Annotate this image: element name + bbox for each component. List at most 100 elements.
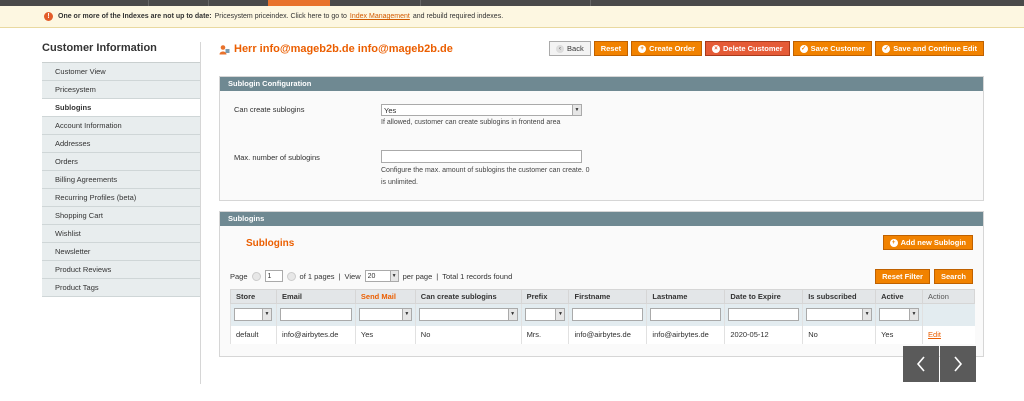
filter-expire-input[interactable] (728, 308, 800, 322)
search-label: Search (940, 272, 966, 281)
delete-customer-label: Delete Customer (723, 44, 783, 53)
sidebar-item-wishlist[interactable]: Wishlist (42, 225, 200, 243)
sidebar-item-orders[interactable]: Orders (42, 153, 200, 171)
edit-link[interactable]: Edit (928, 330, 941, 339)
cell-can-create: No (414, 325, 522, 344)
can-create-select[interactable]: Yes ▼ (381, 104, 582, 116)
sidebar-item-customer-view[interactable]: Customer View (42, 63, 200, 81)
filter-can-create-select[interactable]: ▼ (418, 308, 518, 322)
cell-expire: 2020-05-12 (724, 325, 803, 344)
column-header-lastname[interactable]: Lastname (646, 289, 726, 304)
sidebar-item-newsletter[interactable]: Newsletter (42, 243, 200, 261)
cell-lastname: info@airbytes.de (646, 325, 725, 344)
save-continue-label: Save and Continue Edit (893, 44, 977, 53)
filter-prefix-select[interactable]: ▼ (524, 308, 566, 322)
chevron-right-icon (954, 356, 963, 372)
create-order-label: Create Order (649, 44, 696, 53)
create-order-button[interactable]: + Create Order (631, 41, 703, 56)
column-header-send-mail[interactable]: Send Mail (354, 289, 416, 304)
column-header-is-subscribed[interactable]: Is subscribed (802, 289, 877, 304)
filter-lastname-input[interactable] (650, 308, 722, 322)
per-page-text: per page (402, 271, 433, 281)
filter-email-input[interactable] (279, 308, 352, 322)
total-records: Total 1 records found (442, 271, 513, 281)
sublogins-table: Store Email Send Mail Can create sublogi… (230, 289, 975, 344)
column-header-prefix[interactable]: Prefix (520, 289, 570, 304)
back-button-label: Back (567, 44, 584, 53)
chevron-down-icon: ▼ (555, 309, 565, 321)
add-sublogin-button[interactable]: + Add new Sublogin (882, 235, 973, 250)
plus-icon: + (889, 238, 898, 247)
sidebar-item-account-information[interactable]: Account Information (42, 117, 200, 135)
filter-firstname-input[interactable] (572, 308, 644, 322)
add-sublogin-label: Add new Sublogin (900, 238, 966, 247)
save-continue-button[interactable]: ✓ Save and Continue Edit (875, 41, 984, 56)
sidebar-divider (200, 42, 201, 384)
cell-subscribed: No (802, 325, 876, 344)
sidebar-item-product-reviews[interactable]: Product Reviews (42, 261, 200, 279)
page-title-text: Herr info@mageb2b.de info@mageb2b.de (234, 43, 453, 55)
back-button[interactable]: ‹ Back (549, 41, 591, 56)
column-header-date-to-expire[interactable]: Date to Expire (724, 289, 804, 304)
filter-store-select[interactable]: ▼ (234, 308, 272, 322)
index-management-link[interactable]: Index Management (350, 13, 410, 20)
column-header-active[interactable]: Active (875, 289, 924, 304)
check-icon: ✓ (799, 44, 808, 53)
cell-store: default (230, 325, 277, 344)
cell-email: info@airbytes.de (275, 325, 356, 344)
prev-page-icon[interactable] (251, 271, 261, 281)
per-page-select[interactable]: 20 ▼ (364, 270, 399, 282)
page-input[interactable]: 1 (264, 270, 283, 282)
save-customer-button[interactable]: ✓ Save Customer (792, 41, 873, 56)
chevron-down-icon: ▼ (389, 271, 398, 281)
chevron-down-icon: ▼ (909, 309, 919, 321)
sidebar-item-shopping-cart[interactable]: Shopping Cart (42, 207, 200, 225)
customer-sidebar: Customer Information Customer View Price… (42, 42, 200, 297)
column-header-firstname[interactable]: Firstname (568, 289, 648, 304)
reset-filter-button[interactable]: Reset Filter (875, 269, 930, 284)
can-create-value: Yes (384, 106, 397, 115)
notice-text-after: and rebuild required indexes. (412, 13, 504, 20)
of-pages-text: of 1 pages (299, 271, 335, 281)
max-sublogins-note: Configure the max. amount of sublogins t… (381, 167, 590, 186)
notice-text: Pricesystem priceindex. Click here to go… (214, 13, 347, 20)
back-arrow-icon: ‹ (556, 44, 565, 53)
column-header-action: Action (922, 289, 975, 304)
sidebar-title: Customer Information (42, 42, 157, 54)
sidebar-item-pricesystem[interactable]: Pricesystem (42, 81, 200, 99)
sidebar-item-billing-agreements[interactable]: Billing Agreements (42, 171, 200, 189)
pager-separator: | (338, 271, 341, 281)
view-label: View (344, 271, 361, 281)
per-page-value: 20 (367, 273, 376, 280)
page-title: Herr info@mageb2b.de info@mageb2b.de (219, 43, 453, 55)
filter-send-mail-select[interactable]: ▼ (358, 308, 412, 322)
pager-separator: | (436, 271, 439, 281)
column-header-can-create[interactable]: Can create sublogins (414, 289, 522, 304)
sidebar-tabs: Customer View Pricesystem Sublogins Acco… (42, 62, 200, 297)
next-page-icon[interactable] (286, 271, 296, 281)
table-row[interactable]: default info@airbytes.de Yes No Mrs. inf… (230, 325, 975, 344)
reset-button[interactable]: Reset (593, 41, 629, 56)
carousel-next-button[interactable] (940, 346, 976, 382)
sidebar-item-product-tags[interactable]: Product Tags (42, 279, 200, 297)
carousel-prev-button[interactable] (903, 346, 939, 382)
chevron-down-icon: ▼ (507, 309, 517, 321)
check-icon: ✓ (882, 44, 891, 53)
notice-bold-text: One or more of the Indexes are not up to… (58, 13, 212, 20)
max-sublogins-input[interactable] (381, 150, 582, 163)
column-header-email[interactable]: Email (275, 289, 356, 304)
grid-title: Sublogins (246, 238, 295, 249)
sidebar-item-sublogins[interactable]: Sublogins (42, 99, 200, 117)
sublogins-section: Sublogins Sublogins + Add new Sublogin P… (219, 211, 984, 357)
sidebar-item-addresses[interactable]: Addresses (42, 135, 200, 153)
search-button[interactable]: Search (933, 269, 973, 284)
column-header-store[interactable]: Store (230, 289, 277, 304)
sidebar-item-recurring-profiles[interactable]: Recurring Profiles (beta) (42, 189, 200, 207)
reset-button-label: Reset (600, 44, 622, 53)
sublogin-configuration-section: Sublogin Configuration Can create sublog… (219, 76, 984, 201)
delete-customer-button[interactable]: × Delete Customer (705, 41, 790, 56)
filter-active-select[interactable]: ▼ (879, 308, 920, 322)
chevron-down-icon: ▼ (862, 309, 872, 321)
reset-filter-label: Reset Filter (882, 272, 923, 281)
filter-subscribed-select[interactable]: ▼ (806, 308, 873, 322)
